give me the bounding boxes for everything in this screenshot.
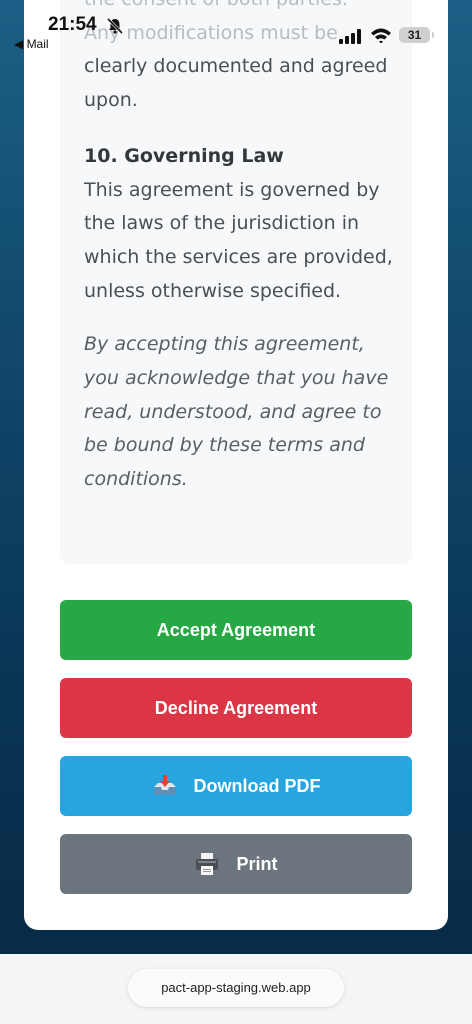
decline-button-label: Decline Agreement: [154, 697, 318, 718]
inbox-tray-icon: [153, 775, 176, 795]
terms-paragraph: clearly documented and agreed upon.: [84, 55, 388, 112]
download-pdf-button[interactable]: Download PDF: [60, 756, 412, 816]
section-title-governing-law: 10. Governing Law: [84, 144, 284, 167]
battery-indicator: 31: [399, 27, 434, 43]
terms-content-box[interactable]: the consent of both parties. Any modific…: [60, 0, 412, 564]
decline-agreement-button[interactable]: Decline Agreement: [60, 678, 412, 738]
back-to-mail-link[interactable]: ◀ Mail: [14, 37, 49, 51]
wifi-icon: [371, 28, 391, 43]
printer-icon: [196, 853, 219, 875]
download-button-label: Download PDF: [193, 775, 321, 796]
url-bar[interactable]: pact-app-staging.web.app: [128, 969, 344, 1007]
accept-agreement-button[interactable]: Accept Agreement: [60, 600, 412, 660]
status-bar: 21:54 ◀ Mail 31: [0, 0, 472, 56]
accept-button-label: Accept Agreement: [156, 619, 316, 640]
cellular-signal-icon: [339, 29, 361, 44]
status-time: 21:54: [48, 14, 97, 35]
print-button[interactable]: Print: [60, 834, 412, 894]
section-body-governing-law: This agreement is governed by the laws o…: [84, 178, 393, 302]
bell-slash-icon: [106, 17, 124, 35]
terms-text: the consent of both parties. Any modific…: [84, 0, 394, 497]
closing-statement: By accepting this agreement, you acknowl…: [84, 333, 389, 491]
print-button-label: Print: [236, 853, 278, 874]
